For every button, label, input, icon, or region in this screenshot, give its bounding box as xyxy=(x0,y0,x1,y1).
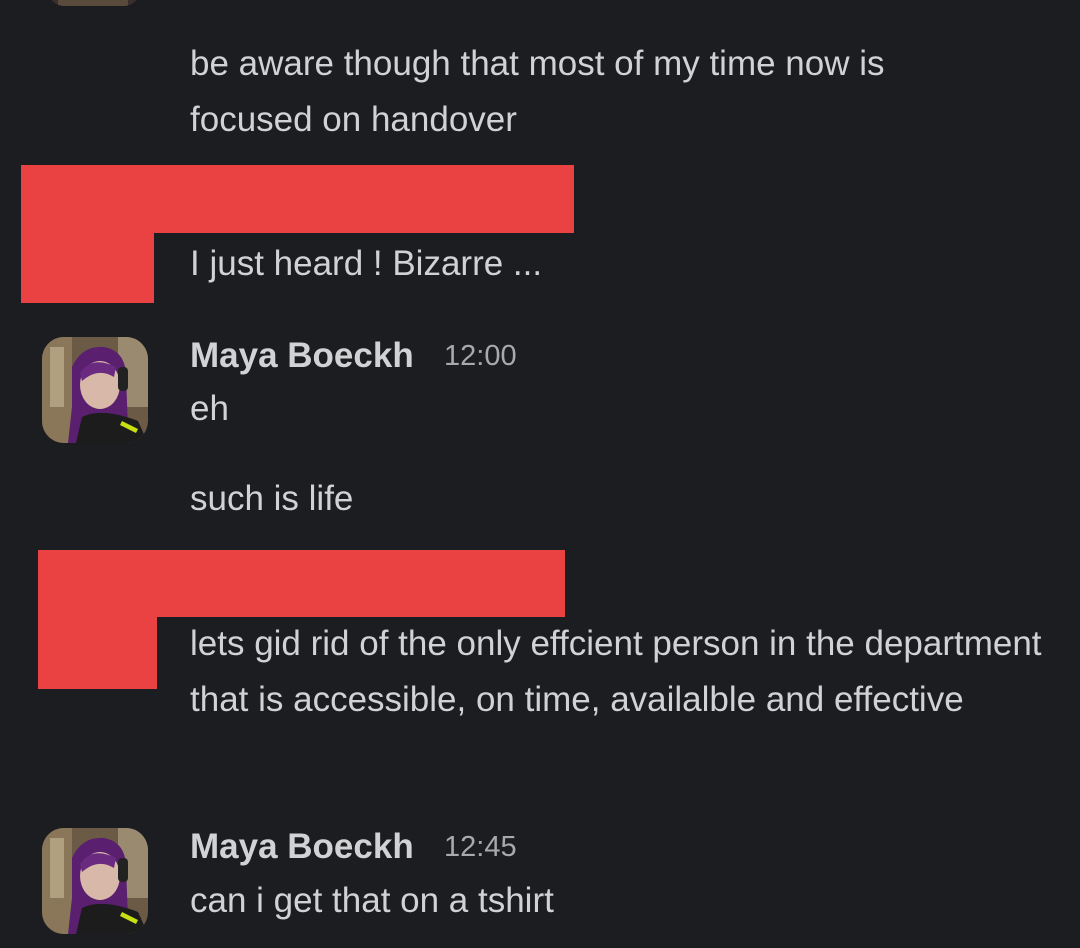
avatar[interactable] xyxy=(42,828,148,934)
avatar[interactable] xyxy=(42,337,148,443)
message-timestamp[interactable]: 12:00 xyxy=(444,336,517,376)
redaction-block xyxy=(38,616,157,689)
avatar-photo-icon xyxy=(42,828,148,934)
message-author[interactable]: Maya Boeckh xyxy=(190,827,414,867)
message-text: can i get that on a tshirt xyxy=(190,881,554,920)
message-text: be aware though that most of my time now… xyxy=(190,44,885,139)
avatar-photo-icon xyxy=(42,337,148,443)
redaction-block xyxy=(38,550,565,617)
avatar[interactable] xyxy=(48,0,140,6)
message-text: I just heard ! Bizarre ... xyxy=(190,244,543,283)
message-text: eh xyxy=(190,389,229,428)
redaction-block xyxy=(21,165,574,233)
message-timestamp[interactable]: 12:45 xyxy=(444,827,517,867)
redaction-block xyxy=(21,232,154,303)
message-author[interactable]: Maya Boeckh xyxy=(190,336,414,376)
avatar-photo-icon xyxy=(48,0,140,6)
message-text: such is life xyxy=(190,479,354,518)
message-text: lets gid rid of the only effcient person… xyxy=(190,624,1042,719)
